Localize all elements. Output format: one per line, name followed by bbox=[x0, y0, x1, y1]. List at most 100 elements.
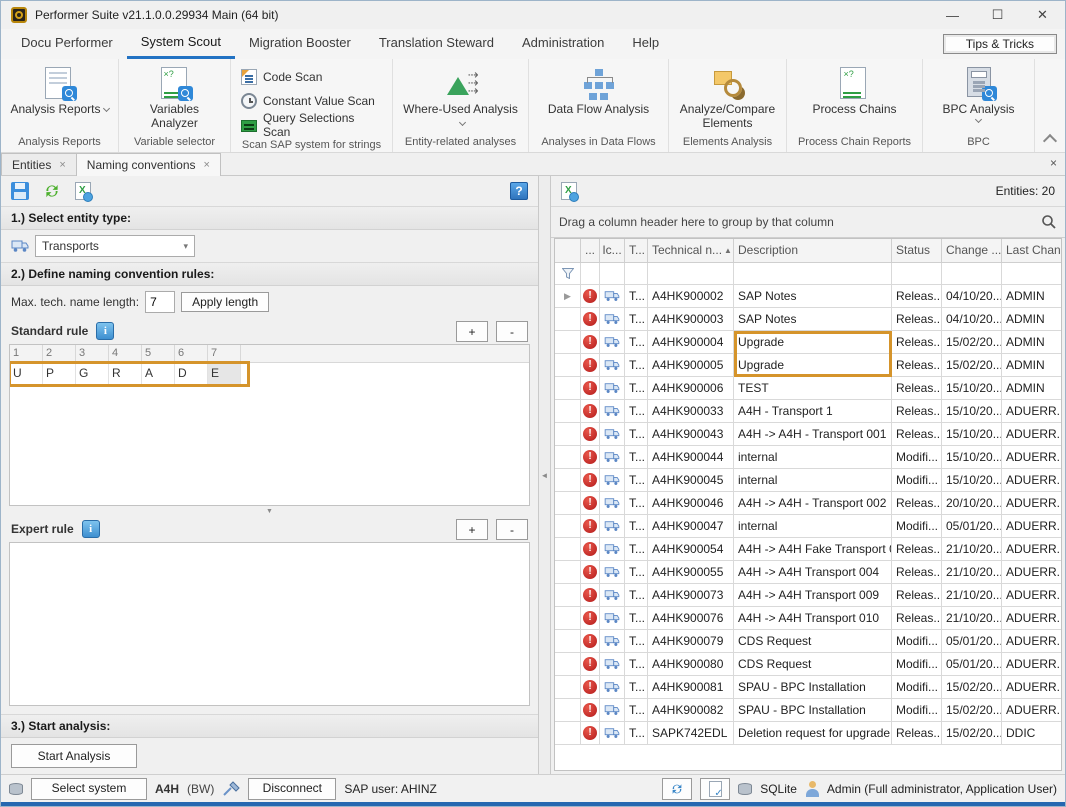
row-status-text-cell[interactable]: Modifi... bbox=[892, 446, 942, 469]
row-expand-cell[interactable] bbox=[555, 354, 581, 377]
apply-length-button[interactable]: Apply length bbox=[181, 292, 269, 312]
rule-value-cell[interactable]: D bbox=[175, 363, 208, 385]
constant-value-scan-button[interactable]: Constant Value Scan bbox=[241, 91, 375, 111]
table-row[interactable]: ▶!T...A4HK900002SAP NotesReleas...04/10/… bbox=[555, 285, 1061, 308]
table-row[interactable]: !T...A4HK900045internalModifi...15/10/20… bbox=[555, 469, 1061, 492]
column-header[interactable]: Technical n...▲ bbox=[648, 239, 734, 262]
entity-type-select[interactable]: Transports ▾ bbox=[35, 235, 195, 257]
row-last-changed-cell[interactable]: ADMIN bbox=[1002, 308, 1061, 331]
row-type-cell[interactable]: T... bbox=[625, 400, 648, 423]
row-type-cell[interactable]: T... bbox=[625, 354, 648, 377]
minimize-button[interactable]: — bbox=[930, 1, 975, 29]
rule-value-cell[interactable]: A bbox=[142, 363, 175, 385]
data-flow-analysis-button[interactable]: Data Flow Analysis bbox=[540, 65, 657, 116]
table-row[interactable]: !T...A4HK900046A4H -> A4H - Transport 00… bbox=[555, 492, 1061, 515]
process-chains-button[interactable]: Process Chains bbox=[804, 65, 904, 116]
expert-rule-add-button[interactable]: + bbox=[456, 519, 488, 540]
row-last-changed-cell[interactable]: ADUERR... bbox=[1002, 423, 1061, 446]
tips-tricks-button[interactable]: Tips & Tricks bbox=[943, 34, 1057, 54]
row-status-text-cell[interactable]: Releas... bbox=[892, 561, 942, 584]
log-button[interactable] bbox=[700, 778, 730, 800]
table-row[interactable]: !T...A4HK900047internalModifi...05/01/20… bbox=[555, 515, 1061, 538]
row-technical-name-cell[interactable]: A4HK900054 bbox=[648, 538, 734, 561]
row-expand-cell[interactable] bbox=[555, 584, 581, 607]
standard-rule-add-button[interactable]: + bbox=[456, 321, 488, 342]
row-type-cell[interactable]: T... bbox=[625, 607, 648, 630]
table-row[interactable]: !T...A4HK900033A4H - Transport 1Releas..… bbox=[555, 400, 1061, 423]
row-expand-cell[interactable] bbox=[555, 446, 581, 469]
tab-entities[interactable]: Entities × bbox=[1, 153, 77, 175]
expert-rule-table[interactable] bbox=[9, 542, 530, 706]
row-expand-cell[interactable] bbox=[555, 538, 581, 561]
refresh-icon[interactable] bbox=[43, 182, 61, 200]
row-expand-cell[interactable] bbox=[555, 423, 581, 446]
row-type-cell[interactable]: T... bbox=[625, 446, 648, 469]
row-technical-name-cell[interactable]: A4HK900043 bbox=[648, 423, 734, 446]
row-technical-name-cell[interactable]: A4HK900005 bbox=[648, 354, 734, 377]
table-row[interactable]: !T...A4HK900079CDS RequestModifi...05/01… bbox=[555, 630, 1061, 653]
row-description-cell[interactable]: A4H -> A4H Transport 010 bbox=[734, 607, 892, 630]
row-technical-name-cell[interactable]: A4HK900080 bbox=[648, 653, 734, 676]
menu-help[interactable]: Help bbox=[618, 29, 673, 59]
row-description-cell[interactable]: SPAU - BPC Installation bbox=[734, 699, 892, 722]
ribbon-collapse-icon[interactable] bbox=[1043, 134, 1057, 148]
row-expand-cell[interactable] bbox=[555, 469, 581, 492]
row-change-date-cell[interactable]: 15/02/20... bbox=[942, 354, 1002, 377]
row-change-date-cell[interactable]: 05/01/20... bbox=[942, 653, 1002, 676]
filter-cell[interactable] bbox=[600, 263, 625, 284]
row-last-changed-cell[interactable]: ADUERR... bbox=[1002, 561, 1061, 584]
tabstrip-close-icon[interactable]: × bbox=[1050, 156, 1057, 170]
filter-cell[interactable] bbox=[555, 263, 581, 284]
row-expand-cell[interactable] bbox=[555, 331, 581, 354]
row-technical-name-cell[interactable]: A4HK900002 bbox=[648, 285, 734, 308]
table-row[interactable]: !T...A4HK900081SPAU - BPC InstallationMo… bbox=[555, 676, 1061, 699]
column-header[interactable]: Ic... bbox=[600, 239, 625, 262]
filter-cell[interactable] bbox=[734, 263, 892, 284]
table-row[interactable]: !T...A4HK900043A4H -> A4H - Transport 00… bbox=[555, 423, 1061, 446]
menu-translation-steward[interactable]: Translation Steward bbox=[365, 29, 508, 59]
row-description-cell[interactable]: SAP Notes bbox=[734, 308, 892, 331]
row-expand-cell[interactable]: ▶ bbox=[555, 285, 581, 308]
row-change-date-cell[interactable]: 21/10/20... bbox=[942, 584, 1002, 607]
row-last-changed-cell[interactable]: ADUERR... bbox=[1002, 515, 1061, 538]
row-change-date-cell[interactable]: 15/02/20... bbox=[942, 676, 1002, 699]
filter-cell[interactable] bbox=[892, 263, 942, 284]
row-last-changed-cell[interactable]: ADUERR... bbox=[1002, 630, 1061, 653]
row-technical-name-cell[interactable]: A4HK900073 bbox=[648, 584, 734, 607]
bpc-analysis-button[interactable]: BPC Analysis bbox=[934, 65, 1022, 122]
row-last-changed-cell[interactable]: ADUERR... bbox=[1002, 607, 1061, 630]
standard-rule-table[interactable]: 1234567 UPGRADE bbox=[9, 344, 530, 506]
column-header[interactable]: Description bbox=[734, 239, 892, 262]
table-row[interactable]: !T...A4HK900054A4H -> A4H Fake Transport… bbox=[555, 538, 1061, 561]
row-status-text-cell[interactable]: Releas... bbox=[892, 607, 942, 630]
rule-value-cell[interactable]: E bbox=[208, 363, 241, 385]
standard-rule-remove-button[interactable]: - bbox=[496, 321, 528, 342]
row-technical-name-cell[interactable]: A4HK900079 bbox=[648, 630, 734, 653]
row-type-cell[interactable]: T... bbox=[625, 285, 648, 308]
panel-splitter[interactable]: ◄ bbox=[539, 176, 551, 774]
row-last-changed-cell[interactable]: ADUERR... bbox=[1002, 469, 1061, 492]
table-row[interactable]: !T...A4HK900055A4H -> A4H Transport 004R… bbox=[555, 561, 1061, 584]
row-technical-name-cell[interactable]: A4HK900046 bbox=[648, 492, 734, 515]
row-status-text-cell[interactable]: Releas... bbox=[892, 538, 942, 561]
row-type-cell[interactable]: T... bbox=[625, 377, 648, 400]
tab-close-icon[interactable]: × bbox=[204, 159, 210, 171]
row-expand-cell[interactable] bbox=[555, 515, 581, 538]
row-last-changed-cell[interactable]: ADUERR... bbox=[1002, 400, 1061, 423]
row-change-date-cell[interactable]: 21/10/20... bbox=[942, 538, 1002, 561]
row-expand-cell[interactable] bbox=[555, 699, 581, 722]
maximize-button[interactable]: ☐ bbox=[975, 1, 1020, 29]
row-type-cell[interactable]: T... bbox=[625, 423, 648, 446]
row-description-cell[interactable]: A4H -> A4H Transport 009 bbox=[734, 584, 892, 607]
row-status-text-cell[interactable]: Releas... bbox=[892, 400, 942, 423]
expand-arrow-icon[interactable]: ▶ bbox=[564, 285, 571, 307]
row-type-cell[interactable]: T... bbox=[625, 492, 648, 515]
row-change-date-cell[interactable]: 15/10/20... bbox=[942, 469, 1002, 492]
table-row[interactable]: !T...A4HK900076A4H -> A4H Transport 010R… bbox=[555, 607, 1061, 630]
row-expand-cell[interactable] bbox=[555, 400, 581, 423]
row-description-cell[interactable]: Upgrade bbox=[734, 331, 892, 354]
row-description-cell[interactable]: A4H -> A4H Transport 004 bbox=[734, 561, 892, 584]
row-expand-cell[interactable] bbox=[555, 722, 581, 745]
row-status-text-cell[interactable]: Releas... bbox=[892, 285, 942, 308]
row-technical-name-cell[interactable]: A4HK900003 bbox=[648, 308, 734, 331]
